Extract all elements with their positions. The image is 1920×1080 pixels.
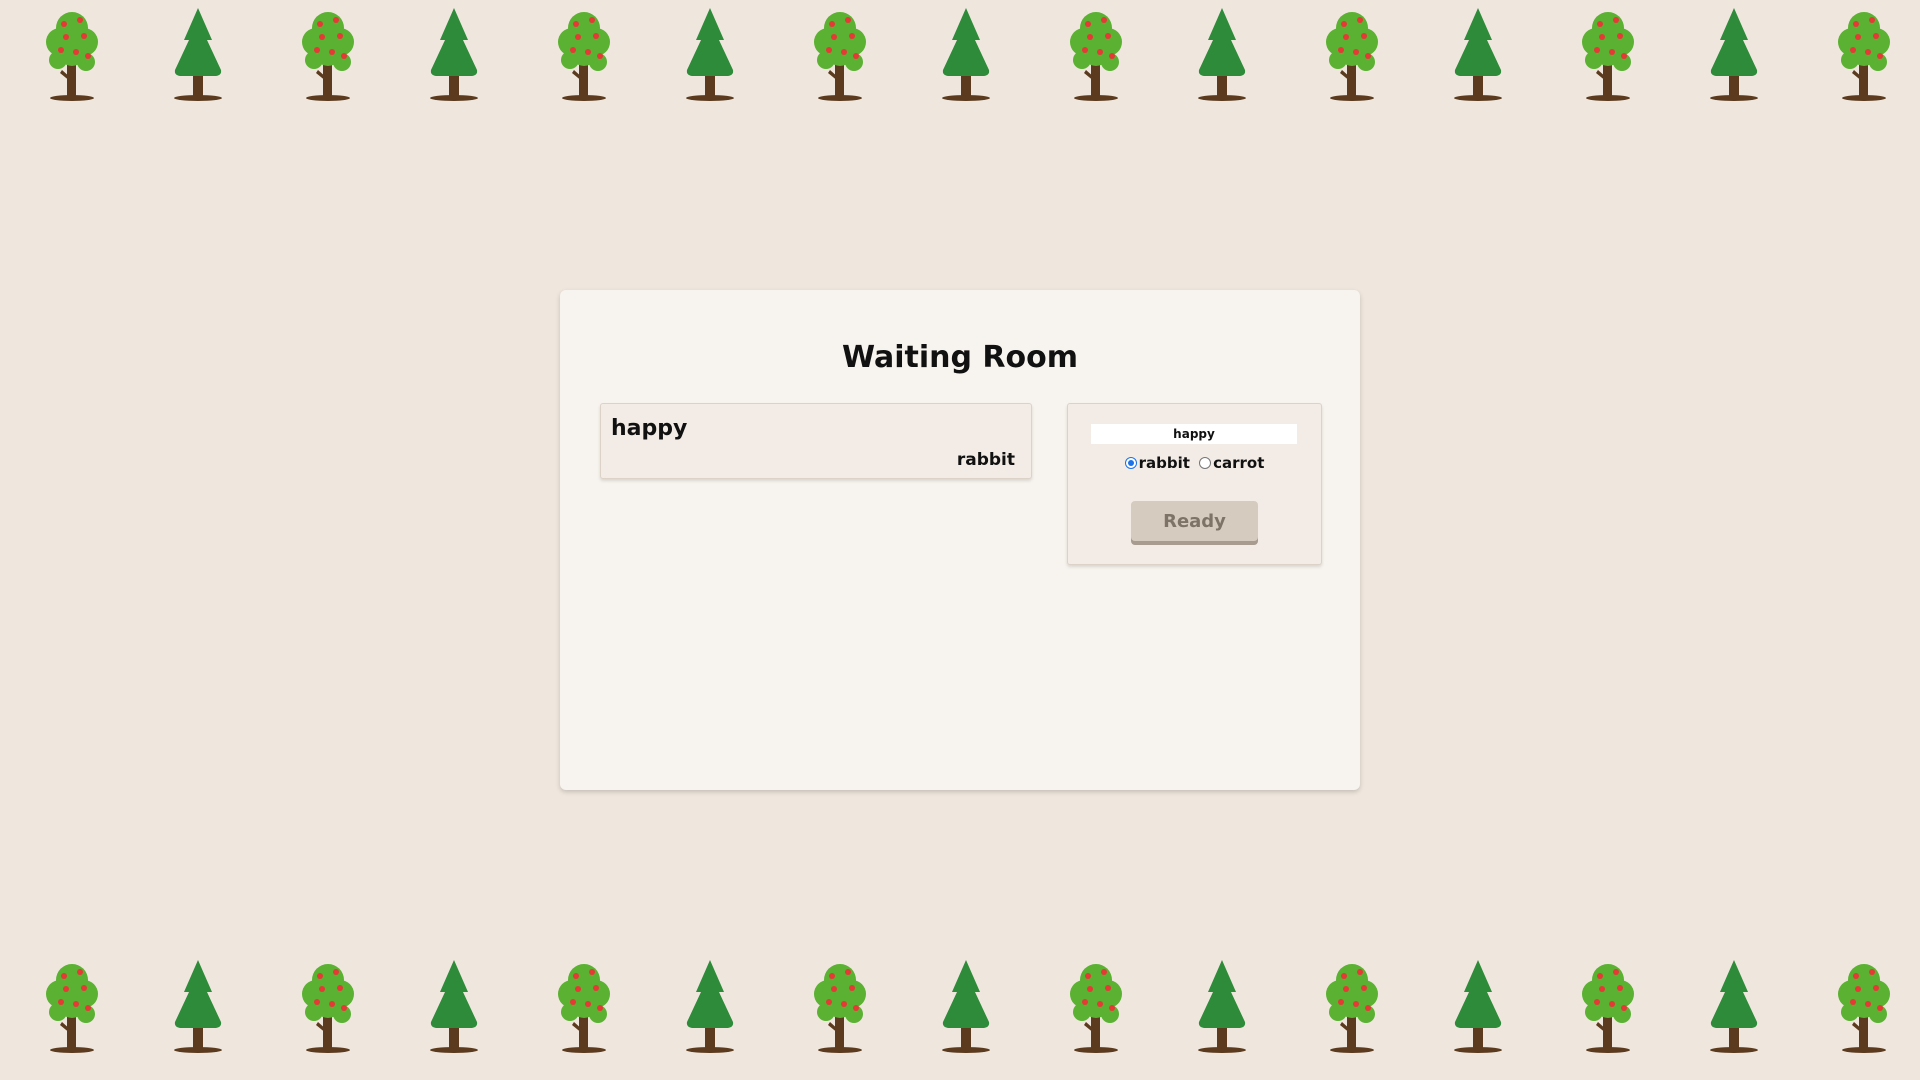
pine-tree-icon: [420, 952, 500, 1062]
role-radio-group: rabbit carrot: [1068, 454, 1321, 473]
apple-tree-icon: [804, 952, 884, 1062]
apple-tree-icon: [1060, 952, 1140, 1062]
apple-tree-icon: [1828, 952, 1908, 1062]
ready-button[interactable]: Ready: [1131, 501, 1258, 541]
name-input[interactable]: [1091, 424, 1297, 444]
waiting-room-card: Waiting Room happy rabbit rabbit carrot …: [560, 290, 1360, 790]
apple-tree-icon: [1316, 0, 1396, 110]
pine-tree-icon: [676, 0, 756, 110]
apple-tree-icon: [1572, 0, 1652, 110]
apple-tree-icon: [548, 952, 628, 1062]
pine-tree-icon: [1700, 952, 1780, 1062]
role-option-carrot[interactable]: carrot: [1199, 454, 1264, 472]
player-name: happy: [611, 416, 688, 441]
apple-tree-icon: [548, 0, 628, 110]
top-tree-border: [0, 0, 1920, 110]
player-config-panel: rabbit carrot Ready: [1067, 403, 1322, 565]
apple-tree-icon: [1060, 0, 1140, 110]
apple-tree-icon: [292, 0, 372, 110]
pine-tree-icon: [1700, 0, 1780, 110]
apple-tree-icon: [36, 952, 116, 1062]
bottom-tree-border: [0, 952, 1920, 1062]
role-option-rabbit[interactable]: rabbit: [1124, 454, 1190, 472]
pine-tree-icon: [1188, 952, 1268, 1062]
pine-tree-icon: [420, 0, 500, 110]
pine-tree-icon: [932, 952, 1012, 1062]
apple-tree-icon: [1828, 0, 1908, 110]
player-role: rabbit: [956, 450, 1015, 470]
pine-tree-icon: [1188, 0, 1268, 110]
pine-tree-icon: [1444, 952, 1524, 1062]
pine-tree-icon: [1444, 0, 1524, 110]
carrot-radio-label: carrot: [1213, 454, 1265, 472]
pine-tree-icon: [676, 952, 756, 1062]
pine-tree-icon: [164, 0, 244, 110]
pine-tree-icon: [164, 952, 244, 1062]
apple-tree-icon: [292, 952, 372, 1062]
apple-tree-icon: [1572, 952, 1652, 1062]
player-card: happy rabbit: [600, 403, 1032, 479]
apple-tree-icon: [1316, 952, 1396, 1062]
apple-tree-icon: [804, 0, 884, 110]
rabbit-radio-label: rabbit: [1138, 454, 1190, 472]
carrot-radio[interactable]: [1199, 457, 1212, 469]
apple-tree-icon: [36, 0, 116, 110]
pine-tree-icon: [932, 0, 1012, 110]
rabbit-radio[interactable]: [1124, 457, 1137, 469]
page-title: Waiting Room: [841, 340, 1079, 375]
